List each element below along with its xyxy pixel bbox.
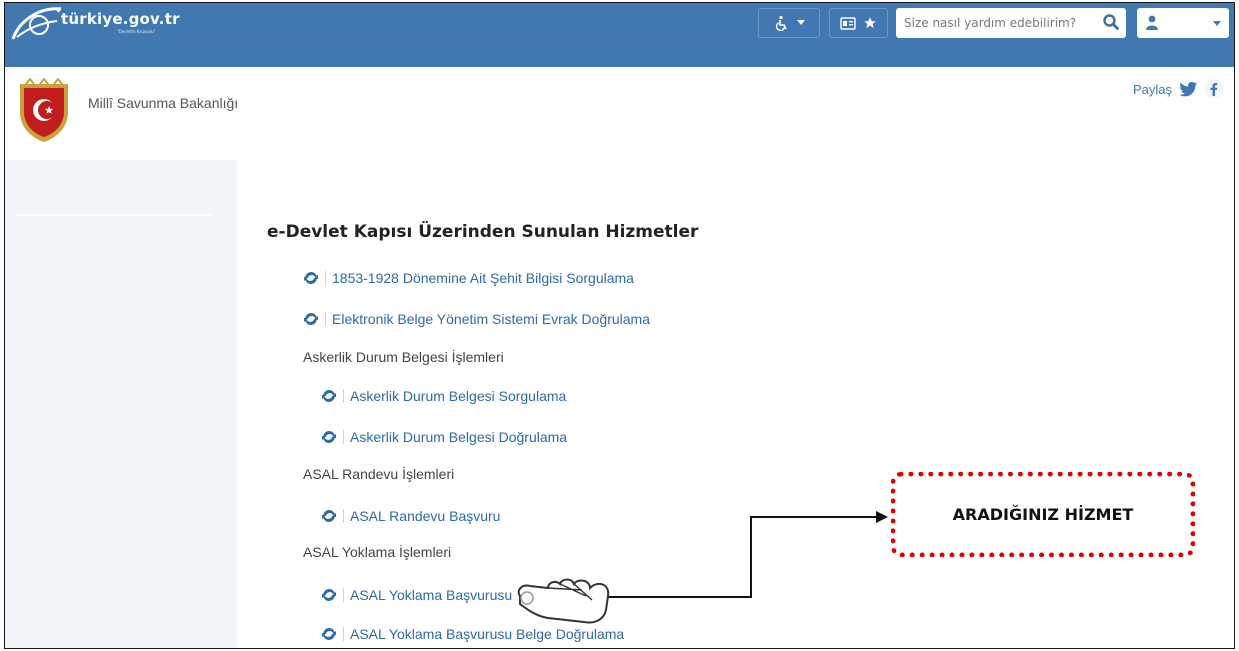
callout-text: ARADIĞINIZ HİZMET bbox=[952, 505, 1134, 524]
section-title: e-Devlet Kapısı Üzerinden Sunulan Hizmet… bbox=[267, 222, 699, 242]
accessibility-menu-button[interactable] bbox=[758, 8, 820, 38]
facebook-icon[interactable] bbox=[1204, 79, 1224, 99]
sidebar-divider bbox=[17, 214, 211, 216]
site-logo[interactable] bbox=[9, 3, 69, 43]
user-menu-button[interactable] bbox=[1137, 8, 1229, 38]
share-bar: Paylaş bbox=[1133, 79, 1224, 99]
search-icon[interactable] bbox=[1102, 13, 1120, 31]
top-navigation-bar: türkiye.gov.tr "Devletin Kısayolu" bbox=[5, 3, 1234, 67]
service-link[interactable]: Elektronik Belge Yönetim Sistemi Evrak D… bbox=[303, 311, 650, 327]
search-box bbox=[896, 8, 1126, 38]
refresh-icon bbox=[304, 313, 318, 325]
service-link[interactable]: 1853-1928 Dönemine Ait Şehit Bilgisi Sor… bbox=[303, 270, 634, 286]
service-link[interactable]: ASAL Yoklama Başvurusu bbox=[321, 587, 512, 603]
service-link-label: ASAL Yoklama Başvurusu Belge Doğrulama bbox=[350, 626, 625, 642]
search-input[interactable] bbox=[896, 9, 1096, 37]
logo-text: türkiye.gov.tr bbox=[61, 10, 180, 28]
left-sidebar bbox=[5, 160, 237, 648]
star-icon bbox=[864, 17, 876, 29]
service-link-label: ASAL Yoklama Başvurusu bbox=[350, 587, 513, 603]
logo-tagline: "Devletin Kısayolu" bbox=[117, 29, 156, 34]
id-card-favorites-button[interactable] bbox=[829, 8, 888, 38]
service-link[interactable]: Askerlik Durum Belgesi Doğrulama bbox=[321, 429, 567, 445]
refresh-icon bbox=[322, 589, 336, 601]
service-link-label: Askerlik Durum Belgesi Doğrulama bbox=[350, 429, 568, 445]
link-separator bbox=[325, 271, 326, 285]
user-icon bbox=[1146, 15, 1158, 30]
link-separator bbox=[343, 627, 344, 641]
main-content: e-Devlet Kapısı Üzerinden Sunulan Hizmet… bbox=[237, 160, 1234, 648]
annotation-callout: ARADIĞINIZ HİZMET bbox=[891, 472, 1195, 557]
refresh-icon bbox=[304, 272, 318, 284]
refresh-icon bbox=[322, 431, 336, 443]
service-group-heading: ASAL Randevu İşlemleri bbox=[303, 466, 455, 482]
refresh-icon bbox=[322, 390, 336, 402]
logo-swoosh-icon bbox=[11, 7, 62, 40]
service-link-label: Askerlik Durum Belgesi Sorgulama bbox=[350, 388, 567, 404]
link-separator bbox=[343, 389, 344, 403]
chevron-down-icon bbox=[796, 20, 805, 25]
wheelchair-icon bbox=[775, 15, 787, 31]
refresh-icon bbox=[322, 510, 336, 522]
chevron-down-icon bbox=[1213, 21, 1221, 26]
service-link[interactable]: Askerlik Durum Belgesi Sorgulama bbox=[321, 388, 566, 404]
twitter-icon[interactable] bbox=[1178, 79, 1198, 99]
link-separator bbox=[343, 509, 344, 523]
link-separator bbox=[343, 588, 344, 602]
service-group-heading: ASAL Yoklama İşlemleri bbox=[303, 544, 452, 560]
service-group-heading: Askerlik Durum Belgesi İşlemleri bbox=[303, 349, 504, 365]
share-label: Paylaş bbox=[1132, 81, 1172, 97]
service-link-label: Elektronik Belge Yönetim Sistemi Evrak D… bbox=[332, 311, 650, 327]
service-link-label: ASAL Randevu Başvuru bbox=[350, 508, 501, 524]
service-link[interactable]: ASAL Yoklama Başvurusu Belge Doğrulama bbox=[321, 626, 624, 642]
ministry-name: Millî Savunma Bakanlığı bbox=[88, 95, 239, 111]
refresh-icon bbox=[322, 628, 336, 640]
institution-header: Millî Savunma Bakanlığı Paylaş bbox=[5, 67, 1234, 160]
id-card-icon bbox=[840, 16, 856, 30]
link-separator bbox=[325, 312, 326, 326]
service-link[interactable]: ASAL Randevu Başvuru bbox=[321, 508, 500, 524]
ministry-emblem-icon bbox=[20, 78, 68, 142]
service-link-label: 1853-1928 Dönemine Ait Şehit Bilgisi Sor… bbox=[332, 270, 634, 286]
link-separator bbox=[343, 430, 344, 444]
